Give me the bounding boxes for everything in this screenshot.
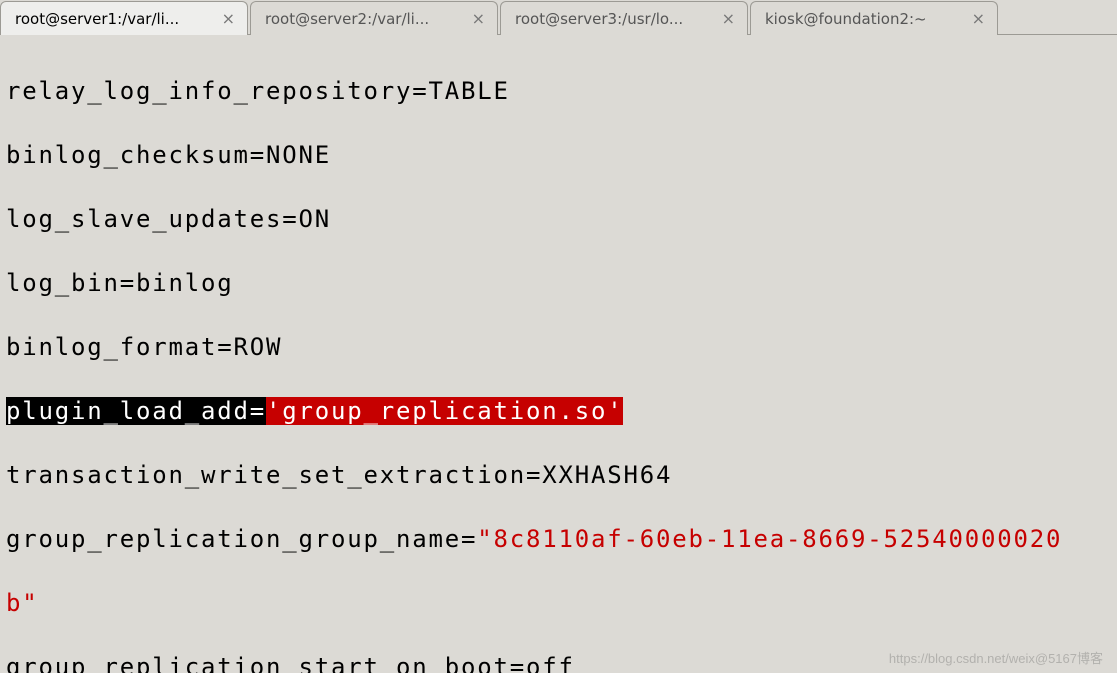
config-value: "8c8110af-60eb-11ea-8669-52540000020 xyxy=(477,525,1062,553)
config-line: group_replication_group_name="8c8110af-6… xyxy=(6,523,1111,555)
tab-label: root@server1:/var/li... xyxy=(15,10,179,28)
config-line: log_slave_updates=ON xyxy=(6,203,1111,235)
watermark-text: https://blog.csdn.net/weix@5167博客 xyxy=(889,648,1103,667)
close-icon[interactable]: × xyxy=(470,9,487,28)
config-line: b" xyxy=(6,587,1111,619)
tab-label: root@server2:/var/li... xyxy=(265,10,429,28)
highlight-black: plugin_load_add= xyxy=(6,397,266,425)
config-key: group_replication_group_name= xyxy=(6,525,477,553)
highlight-red: 'group_replication.so' xyxy=(266,397,623,425)
config-line: binlog_format=ROW xyxy=(6,331,1111,363)
config-line: log_bin=binlog xyxy=(6,267,1111,299)
tab-server1[interactable]: root@server1:/var/li... × xyxy=(0,1,248,35)
tab-server2[interactable]: root@server2:/var/li... × xyxy=(250,1,498,35)
tab-label: root@server3:/usr/lo... xyxy=(515,10,683,28)
close-icon[interactable]: × xyxy=(220,9,237,28)
tab-label: kiosk@foundation2:~ xyxy=(765,10,927,28)
config-line: transaction_write_set_extraction=XXHASH6… xyxy=(6,459,1111,491)
tab-foundation2[interactable]: kiosk@foundation2:~ × xyxy=(750,1,998,35)
terminal-content[interactable]: relay_log_info_repository=TABLE binlog_c… xyxy=(0,35,1117,673)
config-line: relay_log_info_repository=TABLE xyxy=(6,75,1111,107)
close-icon[interactable]: × xyxy=(970,9,987,28)
tab-server3[interactable]: root@server3:/usr/lo... × xyxy=(500,1,748,35)
tab-bar: root@server1:/var/li... × root@server2:/… xyxy=(0,0,1117,35)
config-line: plugin_load_add='group_replication.so' xyxy=(6,395,1111,427)
config-line: binlog_checksum=NONE xyxy=(6,139,1111,171)
close-icon[interactable]: × xyxy=(720,9,737,28)
